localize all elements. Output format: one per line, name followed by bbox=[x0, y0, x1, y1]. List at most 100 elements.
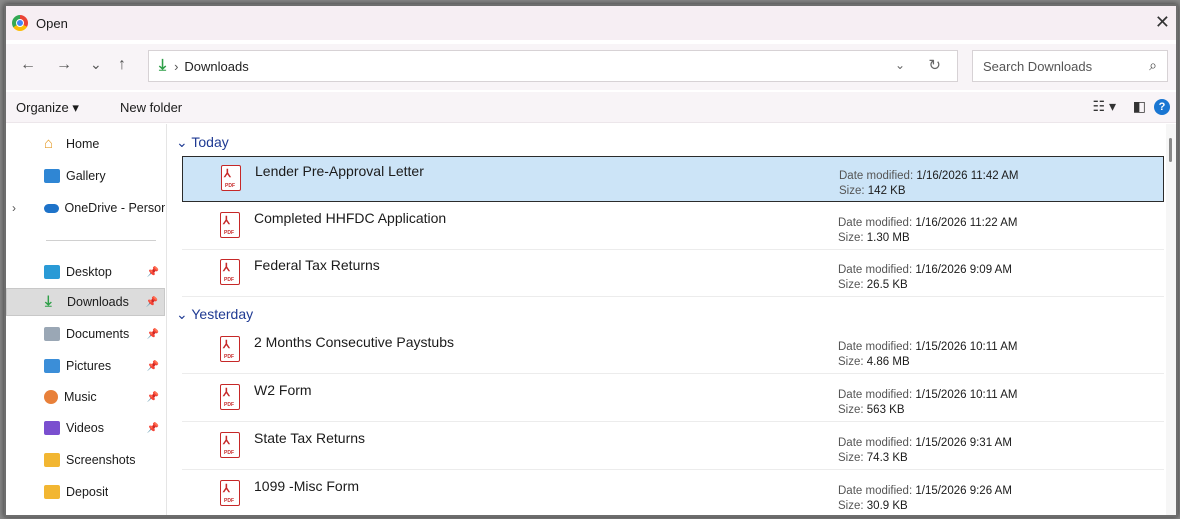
file-meta: Date modified: 1/15/2026 10:11 AM Size: … bbox=[838, 389, 1018, 416]
file-meta: Date modified: 1/16/2026 11:42 AM Size: … bbox=[839, 170, 1019, 197]
address-bar[interactable]: ⤓ › Downloads ⌄ ↻ bbox=[148, 50, 958, 82]
file-name: 2 Months Consecutive Paystubs bbox=[254, 334, 454, 350]
breadcrumb-separator-icon: › bbox=[174, 58, 179, 74]
sidebar-item-label: Documents bbox=[66, 327, 130, 341]
pdf-file-icon: ⅄ PDF bbox=[220, 212, 240, 238]
file-row[interactable]: ⅄ PDF 2 Months Consecutive Paystubs Date … bbox=[182, 328, 1164, 374]
file-row[interactable]: ⅄ PDF 1099 -Misc Form Date modified: 1/15… bbox=[182, 472, 1164, 515]
file-meta: Date modified: 1/15/2026 9:31 AM Size: 7… bbox=[838, 437, 1012, 464]
sidebar-item-downloads[interactable]: ⤓ Downloads 📌 bbox=[6, 288, 165, 316]
sidebar-item-label: Videos bbox=[66, 421, 104, 435]
file-row[interactable]: ⅄ PDF Completed HHFDC Application Date mo… bbox=[182, 204, 1164, 250]
help-icon[interactable]: ? bbox=[1154, 99, 1170, 115]
pdf-file-icon: ⅄ PDF bbox=[220, 432, 240, 458]
file-meta: Date modified: 1/15/2026 10:11 AM Size: … bbox=[838, 341, 1018, 368]
music-icon bbox=[44, 390, 58, 404]
sidebar-item-label: Music bbox=[64, 390, 97, 404]
file-meta: Date modified: 1/16/2026 11:22 AM Size: … bbox=[838, 217, 1018, 244]
pdf-file-icon: ⅄ PDF bbox=[220, 480, 240, 506]
command-bar: Organize ▾ New folder ☷ ▾ ◧ ? bbox=[6, 92, 1176, 123]
close-icon[interactable]: ✕ bbox=[1155, 12, 1170, 32]
sidebar-item-label: Home bbox=[66, 137, 100, 151]
sidebar-item-onedrive[interactable]: › OneDrive - Persona bbox=[6, 194, 165, 222]
videos-icon bbox=[44, 421, 60, 435]
file-meta: Date modified: 1/15/2026 9:26 AM Size: 3… bbox=[838, 485, 1012, 512]
pin-icon: 📌 bbox=[145, 296, 158, 308]
sidebar-item-screenshots[interactable]: Screenshots bbox=[6, 446, 165, 474]
file-name: State Tax Returns bbox=[254, 430, 366, 446]
file-row[interactable]: ⅄ PDF Lender Pre-Approval Letter Date mod… bbox=[182, 156, 1164, 202]
documents-icon bbox=[44, 327, 60, 341]
file-name: Completed HHFDC Application bbox=[254, 210, 447, 226]
sidebar-item-pictures[interactable]: Pictures 📌 bbox=[6, 352, 165, 380]
sidebar-item-label: Desktop bbox=[66, 265, 112, 279]
sidebar-item-videos[interactable]: Videos 📌 bbox=[6, 414, 165, 442]
chrome-logo-icon bbox=[12, 15, 28, 31]
pdf-file-icon: ⅄ PDF bbox=[220, 259, 240, 285]
sidebar-item-label: Pictures bbox=[66, 359, 112, 373]
expand-chevron-icon[interactable]: › bbox=[12, 201, 16, 215]
search-placeholder: Search Downloads bbox=[983, 59, 1093, 74]
recent-locations-chevron-icon[interactable]: ⌄ bbox=[90, 56, 102, 73]
file-meta: Date modified: 1/16/2026 9:09 AM Size: 2… bbox=[838, 264, 1012, 291]
address-dropdown-chevron-icon[interactable]: ⌄ bbox=[895, 58, 905, 72]
preview-pane-icon[interactable]: ◧ bbox=[1133, 98, 1146, 115]
navigation-bar: ← → ⌄ ↑ ⤓ › Downloads ⌄ ↻ Search Downloa… bbox=[6, 44, 1176, 90]
refresh-icon[interactable]: ↻ bbox=[928, 56, 941, 74]
scrollbar-thumb[interactable] bbox=[1169, 138, 1172, 162]
sidebar-item-desktop[interactable]: Desktop 📌 bbox=[6, 258, 165, 286]
organize-button[interactable]: Organize ▾ bbox=[16, 100, 79, 116]
onedrive-cloud-icon bbox=[44, 203, 59, 213]
file-name: Federal Tax Returns bbox=[254, 257, 380, 273]
file-row[interactable]: ⅄ PDF W2 Form Date modified: 1/15/2026 10… bbox=[182, 376, 1164, 422]
file-row[interactable]: ⅄ PDF Federal Tax Returns Date modified: … bbox=[182, 251, 1164, 297]
pdf-file-icon: ⅄ PDF bbox=[220, 384, 240, 410]
forward-arrow-icon[interactable]: → bbox=[56, 56, 72, 74]
group-header-yesterday[interactable]: ⌄ Yesterday bbox=[176, 306, 253, 323]
downloads-icon: ⤓ bbox=[45, 293, 52, 310]
sidebar-item-gallery[interactable]: Gallery bbox=[6, 162, 165, 190]
group-header-today[interactable]: ⌄ Today bbox=[176, 134, 229, 151]
navigation-pane: ⌂ Home Gallery › OneDrive - Persona Desk… bbox=[6, 124, 167, 515]
file-name: W2 Form bbox=[254, 382, 312, 398]
file-row[interactable]: ⅄ PDF State Tax Returns Date modified: 1/… bbox=[182, 424, 1164, 470]
group-title: Yesterday bbox=[191, 306, 254, 322]
desktop-icon bbox=[44, 265, 60, 279]
search-input[interactable]: Search Downloads ⌕ bbox=[972, 50, 1168, 82]
file-list: ⌄ Today ⅄ PDF Lender Pre-Approval Letter … bbox=[172, 124, 1164, 515]
downloads-icon: ⤓ bbox=[159, 57, 167, 74]
sidebar-item-label: Gallery bbox=[66, 169, 106, 183]
pictures-icon bbox=[44, 359, 60, 373]
pdf-file-icon: ⅄ PDF bbox=[221, 165, 241, 191]
sidebar-item-home[interactable]: ⌂ Home bbox=[6, 130, 165, 158]
gallery-icon bbox=[44, 169, 60, 183]
pin-icon: 📌 bbox=[146, 360, 159, 372]
search-icon: ⌕ bbox=[1149, 57, 1157, 73]
back-arrow-icon[interactable]: ← bbox=[20, 56, 36, 74]
breadcrumb-downloads[interactable]: Downloads bbox=[184, 59, 248, 74]
new-folder-button[interactable]: New folder bbox=[120, 100, 182, 115]
folder-icon bbox=[44, 485, 60, 499]
pin-icon: 📌 bbox=[146, 266, 159, 278]
view-options-icon[interactable]: ☷ ▾ bbox=[1093, 98, 1116, 115]
sidebar-item-music[interactable]: Music 📌 bbox=[6, 383, 165, 411]
pin-icon: 📌 bbox=[146, 391, 159, 403]
sidebar-item-documents[interactable]: Documents 📌 bbox=[6, 320, 165, 348]
file-open-dialog: Open ✕ ← → ⌄ ↑ ⤓ › Downloads ⌄ ↻ Search … bbox=[4, 4, 1178, 517]
pin-icon: 📌 bbox=[146, 422, 159, 434]
file-name: Lender Pre-Approval Letter bbox=[255, 163, 424, 179]
up-arrow-icon[interactable]: ↑ bbox=[118, 56, 126, 74]
sidebar-item-label: Downloads bbox=[67, 295, 129, 309]
sidebar-item-deposit[interactable]: Deposit bbox=[6, 478, 165, 506]
group-title: Today bbox=[191, 134, 229, 150]
sidebar-divider bbox=[46, 240, 156, 241]
sidebar-item-label: OneDrive - Persona bbox=[64, 201, 165, 215]
pin-icon: 📌 bbox=[146, 328, 159, 340]
vertical-scrollbar[interactable] bbox=[1166, 124, 1176, 515]
file-name: 1099 -Misc Form bbox=[254, 478, 360, 494]
sidebar-item-label: Screenshots bbox=[66, 453, 136, 467]
title-bar: Open ✕ bbox=[6, 6, 1176, 40]
folder-icon bbox=[44, 453, 60, 467]
home-icon: ⌂ bbox=[44, 135, 54, 152]
pdf-file-icon: ⅄ PDF bbox=[220, 336, 240, 362]
